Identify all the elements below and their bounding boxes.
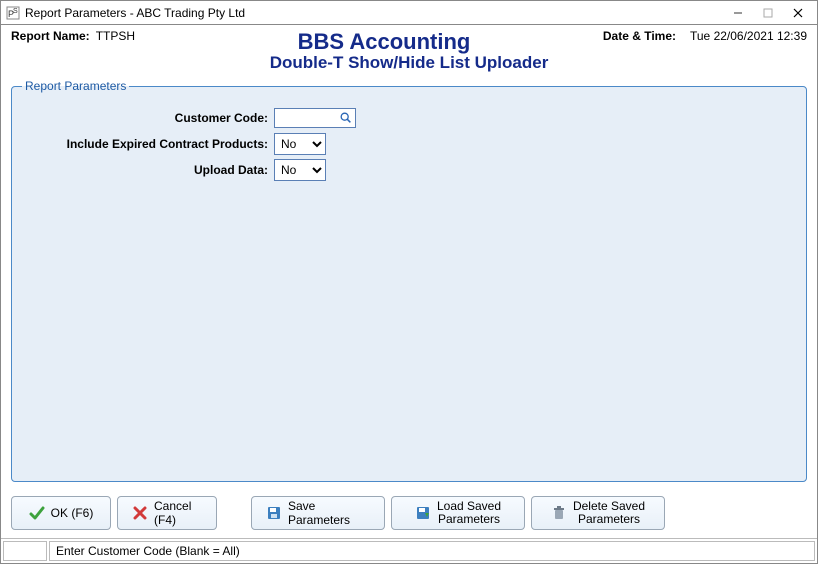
include-expired-label: Include Expired Contract Products: [22,137,274,151]
statusbar-cell-1 [3,541,47,561]
report-name-value: TTPSH [96,29,135,43]
delete-saved-label: Delete SavedParameters [573,500,645,526]
svg-text:S: S [13,8,18,15]
minimize-button[interactable] [723,2,753,24]
button-bar: OK (F6) Cancel (F4) Save Parameters Load… [1,488,817,538]
check-icon [29,505,45,521]
ok-button[interactable]: OK (F6) [11,496,111,530]
header: Report Name: TTPSH BBS Accounting Date &… [1,25,817,55]
datetime-value: Tue 22/06/2021 12:39 [690,29,807,43]
datetime-label: Date & Time: [603,29,676,43]
lookup-icon[interactable] [337,109,355,127]
statusbar: Enter Customer Code (Blank = All) [1,538,817,563]
delete-saved-parameters-button[interactable]: Delete SavedParameters [531,496,665,530]
include-expired-select[interactable]: No Yes [274,133,326,155]
save-parameters-label: Save Parameters [288,499,370,527]
report-name-label: Report Name: [11,29,90,43]
maximize-button[interactable] [753,2,783,24]
content-area: Report Parameters Customer Code: Include… [1,79,817,488]
window: P S Report Parameters - ABC Trading Pty … [0,0,818,564]
window-controls [723,2,813,24]
trash-icon [551,505,567,521]
ok-button-label: OK (F6) [51,506,94,520]
upload-data-label: Upload Data: [22,163,274,177]
upload-data-select[interactable]: No Yes [274,159,326,181]
window-title: Report Parameters - ABC Trading Pty Ltd [25,6,723,20]
row-include-expired: Include Expired Contract Products: No Ye… [22,131,796,157]
cancel-button-label: Cancel (F4) [154,499,202,527]
statusbar-message: Enter Customer Code (Blank = All) [49,541,815,561]
cancel-button[interactable]: Cancel (F4) [117,496,217,530]
x-icon [132,505,148,521]
row-upload-data: Upload Data: No Yes [22,157,796,183]
report-parameters-fieldset: Report Parameters Customer Code: Include… [11,79,807,482]
customer-code-input[interactable] [275,111,337,125]
app-icon: P S [5,5,21,21]
page-subtitle: Double-T Show/Hide List Uploader [1,53,817,73]
fieldset-legend: Report Parameters [22,79,129,93]
titlebar: P S Report Parameters - ABC Trading Pty … [1,1,817,25]
customer-code-label: Customer Code: [22,111,274,125]
customer-code-input-wrap [274,108,356,128]
close-button[interactable] [783,2,813,24]
load-saved-parameters-button[interactable]: Load SavedParameters [391,496,525,530]
save-parameters-button[interactable]: Save Parameters [251,496,385,530]
app-title: BBS Accounting [191,29,577,55]
load-icon [415,505,431,521]
row-customer-code: Customer Code: [22,105,796,131]
save-icon [266,505,282,521]
load-saved-label: Load SavedParameters [437,500,501,526]
